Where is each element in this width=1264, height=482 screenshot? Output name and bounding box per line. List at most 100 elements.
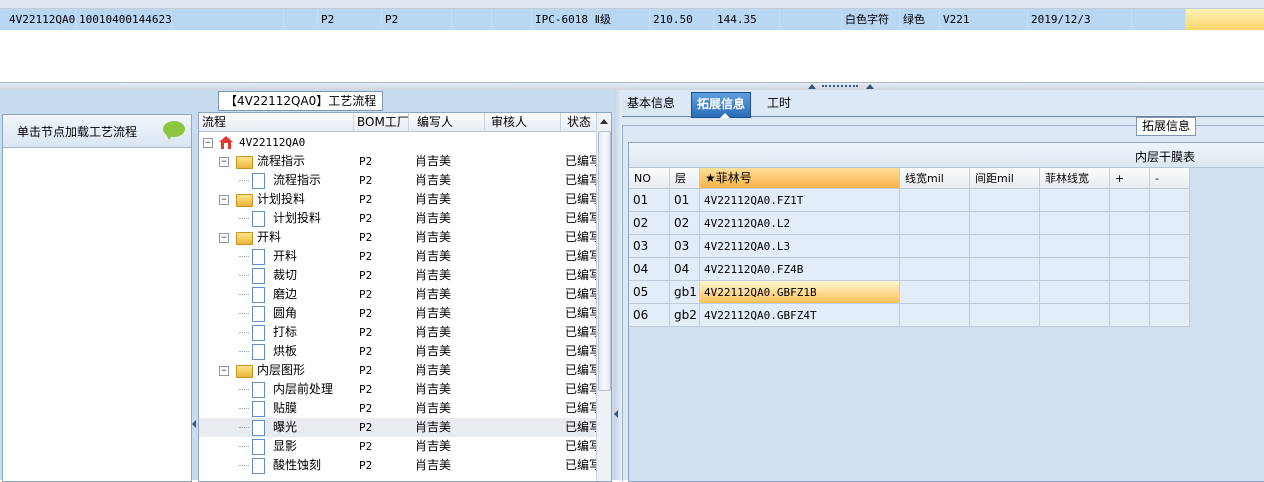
grid-cell[interactable] bbox=[780, 9, 842, 30]
table-cell[interactable] bbox=[900, 258, 970, 281]
tab-basic-info[interactable]: 基本信息 bbox=[622, 92, 680, 116]
table-cell[interactable] bbox=[970, 304, 1040, 327]
table-cell[interactable] bbox=[1150, 304, 1190, 327]
grid-cell[interactable]: IPC-6018 Ⅱ级 bbox=[532, 9, 650, 30]
table-cell[interactable]: 01 bbox=[670, 189, 700, 212]
table-cell[interactable]: 04 bbox=[629, 258, 670, 281]
grid-cell[interactable] bbox=[1132, 9, 1186, 30]
collapse-icon[interactable]: − bbox=[219, 195, 229, 205]
film-table[interactable]: 内层干膜表 NO 层 ★菲林号 线宽mil 间距mil 菲林线宽 + - 01 0… bbox=[628, 142, 1264, 482]
grid-cell[interactable] bbox=[452, 9, 492, 30]
table-cell[interactable]: 03 bbox=[629, 235, 670, 258]
grid-cell[interactable]: 4V22112QA0 bbox=[6, 9, 76, 30]
collapse-icon[interactable]: − bbox=[203, 138, 213, 148]
table-cell[interactable] bbox=[900, 235, 970, 258]
tree-row[interactable]: 裁切 P2 肖吉美 已编写 bbox=[199, 266, 599, 285]
tree-row[interactable]: − 计划投料 P2 肖吉美 已编写 bbox=[199, 190, 599, 209]
table-cell[interactable] bbox=[970, 281, 1040, 304]
tree-row[interactable]: 显影 P2 肖吉美 已编写 bbox=[199, 437, 599, 456]
tree-row[interactable]: 烘板 P2 肖吉美 已编写 bbox=[199, 342, 599, 361]
grid-cell[interactable] bbox=[172, 9, 284, 30]
column-header-no[interactable]: NO bbox=[629, 168, 670, 189]
table-cell[interactable] bbox=[1040, 212, 1110, 235]
tree-row[interactable]: 磨边 P2 肖吉美 已编写 bbox=[199, 285, 599, 304]
column-header-line-width[interactable]: 线宽mil bbox=[900, 168, 970, 189]
table-cell[interactable]: 4V22112QA0.L2 bbox=[700, 212, 900, 235]
table-cell[interactable]: 01 bbox=[629, 189, 670, 212]
table-cell[interactable]: 4V22112QA0.GBFZ4T bbox=[700, 304, 900, 327]
grid-cell[interactable]: 白色字符 bbox=[842, 9, 900, 30]
scroll-thumb[interactable] bbox=[598, 131, 611, 391]
tree-row[interactable]: 圆角 P2 肖吉美 已编写 bbox=[199, 304, 599, 323]
table-cell[interactable] bbox=[1150, 189, 1190, 212]
tree-row[interactable]: − 开料 P2 肖吉美 已编写 bbox=[199, 228, 599, 247]
column-header-process[interactable]: 流程 bbox=[199, 113, 354, 131]
table-cell[interactable]: 02 bbox=[670, 212, 700, 235]
table-cell[interactable] bbox=[1110, 235, 1150, 258]
column-header-writer[interactable]: 编写人 bbox=[409, 113, 485, 131]
grid-cell[interactable]: 10010400144623 bbox=[76, 9, 172, 30]
table-cell[interactable]: 06 bbox=[629, 304, 670, 327]
collapse-icon[interactable]: − bbox=[219, 157, 229, 167]
left-list-box[interactable]: 单击节点加载工艺流程 bbox=[2, 114, 192, 482]
vertical-splitter[interactable] bbox=[614, 90, 622, 480]
collapse-icon[interactable]: − bbox=[219, 366, 229, 376]
table-cell[interactable] bbox=[1040, 304, 1110, 327]
table-cell[interactable] bbox=[1040, 189, 1110, 212]
grid-cell[interactable]: P2 bbox=[382, 9, 452, 30]
column-header-reviewer[interactable]: 审核人 bbox=[485, 113, 561, 131]
table-cell[interactable]: 02 bbox=[629, 212, 670, 235]
tab-work-hours[interactable]: 工时 bbox=[762, 92, 796, 116]
column-header-film-line-width[interactable]: 菲林线宽 bbox=[1040, 168, 1110, 189]
table-cell[interactable]: 05 bbox=[629, 281, 670, 304]
grid-cell[interactable]: V221 bbox=[940, 9, 1028, 30]
collapse-icon[interactable]: − bbox=[219, 233, 229, 243]
tree-row[interactable]: 计划投料 P2 肖吉美 已编写 bbox=[199, 209, 599, 228]
table-cell[interactable] bbox=[1040, 281, 1110, 304]
column-header-film-no[interactable]: ★菲林号 bbox=[700, 168, 900, 189]
table-cell[interactable] bbox=[970, 258, 1040, 281]
tree-row[interactable]: − 流程指示 P2 肖吉美 已编写 bbox=[199, 152, 599, 171]
table-cell[interactable] bbox=[900, 304, 970, 327]
grid-cell[interactable] bbox=[284, 9, 318, 30]
table-cell[interactable] bbox=[900, 281, 970, 304]
table-cell[interactable] bbox=[1110, 258, 1150, 281]
table-cell[interactable]: 03 bbox=[670, 235, 700, 258]
tree-row[interactable]: 酸性蚀刻 P2 肖吉美 已编写 bbox=[199, 456, 599, 475]
grid-cell[interactable]: 2019/12/3 bbox=[1028, 9, 1132, 30]
table-cell[interactable] bbox=[1110, 212, 1150, 235]
tree-row[interactable]: 曝光 P2 肖吉美 已编写 bbox=[199, 418, 599, 437]
table-cell[interactable] bbox=[970, 189, 1040, 212]
table-cell[interactable]: gb1 bbox=[670, 281, 700, 304]
table-cell[interactable]: gb2 bbox=[670, 304, 700, 327]
table-cell[interactable]: 4V22112QA0.FZ1T bbox=[700, 189, 900, 212]
tree-row[interactable]: 开料 P2 肖吉美 已编写 bbox=[199, 247, 599, 266]
grid-cell[interactable]: P2 bbox=[318, 9, 382, 30]
column-header-status[interactable]: 状态 bbox=[561, 113, 599, 131]
table-cell[interactable] bbox=[1040, 235, 1110, 258]
table-cell[interactable]: 4V22112QA0.L3 bbox=[700, 235, 900, 258]
table-cell[interactable] bbox=[1150, 235, 1190, 258]
tree-row[interactable]: 打标 P2 肖吉美 已编写 bbox=[199, 323, 599, 342]
collapse-up-icon[interactable] bbox=[866, 84, 874, 89]
table-cell[interactable] bbox=[970, 235, 1040, 258]
column-header-spacing[interactable]: 间距mil bbox=[970, 168, 1040, 189]
column-header-bom[interactable]: BOM工厂 bbox=[354, 113, 409, 131]
grid-cell[interactable] bbox=[492, 9, 532, 30]
column-header-minus[interactable]: - bbox=[1150, 168, 1190, 189]
grid-cell[interactable]: 210.50 bbox=[650, 9, 714, 30]
table-cell[interactable] bbox=[970, 212, 1040, 235]
table-cell[interactable] bbox=[1110, 304, 1150, 327]
process-tree[interactable]: 流程 BOM工厂 编写人 审核人 状态 −4V22112QA0− 流程指示 P2 肖吉… bbox=[198, 112, 612, 482]
grid-cell[interactable]: 144.35 bbox=[714, 9, 780, 30]
table-cell[interactable] bbox=[1150, 281, 1190, 304]
tree-row[interactable]: 内层前处理 P2 肖吉美 已编写 bbox=[199, 380, 599, 399]
tree-row[interactable]: − 内层图形 P2 肖吉美 已编写 bbox=[199, 361, 599, 380]
selected-cell-highlight[interactable] bbox=[1186, 9, 1264, 30]
table-row[interactable]: 4V22112QA0 10010400144623 P2 P2 IPC-6018… bbox=[0, 9, 1264, 30]
table-cell[interactable] bbox=[900, 189, 970, 212]
table-cell[interactable] bbox=[900, 212, 970, 235]
tree-scrollbar[interactable] bbox=[596, 113, 611, 481]
collapse-up-icon[interactable] bbox=[808, 84, 816, 89]
table-cell[interactable] bbox=[1040, 258, 1110, 281]
